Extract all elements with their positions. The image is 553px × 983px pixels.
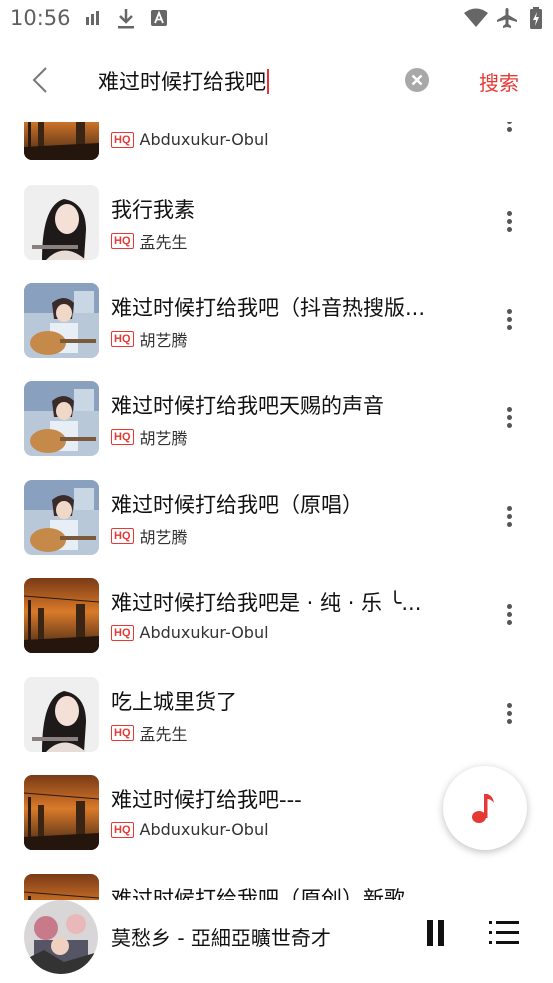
hq-badge: HQ bbox=[111, 331, 134, 347]
hq-badge: HQ bbox=[111, 233, 134, 249]
music-note-icon bbox=[472, 794, 494, 823]
more-options-icon[interactable] bbox=[498, 122, 520, 137]
song-row[interactable]: HQ Abduxukur-Obul bbox=[0, 122, 553, 183]
song-meta: HQ 孟先生 bbox=[111, 721, 188, 745]
hq-badge: HQ bbox=[111, 725, 134, 741]
more-options-icon[interactable] bbox=[498, 604, 520, 630]
more-options-icon[interactable] bbox=[498, 309, 520, 335]
search-button[interactable]: 搜索 bbox=[479, 67, 519, 96]
album-cover-image bbox=[24, 874, 99, 900]
hq-badge: HQ bbox=[111, 131, 134, 148]
playlist-icon[interactable] bbox=[489, 920, 519, 946]
wifi-icon bbox=[464, 8, 488, 27]
status-time: 10:56 bbox=[10, 6, 71, 30]
album-cover-image bbox=[24, 775, 99, 850]
album-cover-image bbox=[24, 283, 99, 358]
back-arrow-icon[interactable] bbox=[26, 64, 54, 96]
now-playing-title: 莫愁乡 - 亞細亞曠世奇才 bbox=[111, 926, 331, 950]
status-bar: 10:56 bbox=[0, 0, 553, 38]
artist-name: 胡艺腾 bbox=[139, 429, 188, 448]
song-meta: HQ Abduxukur-Obul bbox=[111, 622, 269, 646]
song-title: 难过时候打给我吧（原创）新歌 bbox=[111, 887, 405, 900]
album-cover-image bbox=[24, 185, 99, 260]
song-row[interactable]: 吃上城里货了 HQ 孟先生 bbox=[0, 677, 553, 775]
song-meta: HQ 胡艺腾 bbox=[111, 425, 188, 449]
song-row[interactable]: 难过时候打给我吧是 · 纯 · 乐 ╰... HQ Abduxukur-Obul bbox=[0, 578, 553, 676]
clear-search-icon[interactable] bbox=[405, 68, 429, 92]
download-icon bbox=[118, 9, 134, 29]
song-meta: HQ 胡艺腾 bbox=[111, 327, 188, 351]
album-cover-image bbox=[24, 578, 99, 653]
song-title: 我行我素 bbox=[111, 198, 195, 222]
pause-icon[interactable] bbox=[424, 920, 448, 946]
song-row[interactable]: 难过时候打给我吧（原创）新歌 bbox=[0, 874, 553, 900]
album-cover-image bbox=[24, 381, 99, 456]
song-meta: HQ 孟先生 bbox=[111, 229, 188, 253]
hq-badge: HQ bbox=[111, 429, 134, 445]
music-note-fab[interactable] bbox=[443, 766, 527, 850]
artist-name: 孟先生 bbox=[139, 725, 188, 744]
song-row[interactable]: 我行我素 HQ 孟先生 bbox=[0, 185, 553, 283]
song-meta: HQ Abduxukur-Obul bbox=[111, 129, 269, 153]
hq-badge: HQ bbox=[111, 821, 134, 838]
more-options-icon[interactable] bbox=[498, 506, 520, 532]
song-row[interactable]: 难过时候打给我吧（抖音热搜版... HQ 胡艺腾 bbox=[0, 283, 553, 381]
song-title: 难过时候打给我吧--- bbox=[111, 788, 302, 812]
artist-name: 孟先生 bbox=[139, 233, 188, 252]
search-header: 难过时候打给我吧 搜索 bbox=[0, 38, 553, 122]
airplane-mode-icon bbox=[497, 8, 517, 28]
more-options-icon[interactable] bbox=[498, 407, 520, 433]
artist-name: Abduxukur-Obul bbox=[139, 820, 269, 839]
more-options-icon[interactable] bbox=[498, 703, 520, 729]
search-query-text: 难过时候打给我吧 bbox=[98, 70, 266, 94]
song-title: 难过时候打给我吧是 · 纯 · 乐 ╰... bbox=[111, 591, 422, 615]
hq-badge: HQ bbox=[111, 528, 134, 544]
album-cover-image bbox=[24, 122, 99, 160]
artist-name: 胡艺腾 bbox=[139, 331, 188, 350]
artist-name: Abduxukur-Obul bbox=[139, 130, 269, 149]
battery-icon bbox=[530, 7, 542, 29]
song-title: 难过时候打给我吧天赐的声音 bbox=[111, 394, 384, 418]
song-meta: HQ 胡艺腾 bbox=[111, 524, 188, 548]
more-options-icon[interactable] bbox=[498, 211, 520, 237]
song-title: 难过时候打给我吧（抖音热搜版... bbox=[111, 296, 426, 320]
signal-bars-icon bbox=[86, 11, 99, 25]
artist-name: 胡艺腾 bbox=[139, 528, 188, 547]
album-cover-image bbox=[24, 677, 99, 752]
song-title: 吃上城里货了 bbox=[111, 690, 237, 714]
text-cursor bbox=[267, 69, 269, 94]
album-cover-image bbox=[24, 480, 99, 555]
artist-name: Abduxukur-Obul bbox=[139, 623, 269, 642]
song-title: 难过时候打给我吧（原唱） bbox=[111, 493, 363, 517]
hq-badge: HQ bbox=[111, 624, 134, 641]
song-meta: HQ Abduxukur-Obul bbox=[111, 819, 269, 843]
song-row[interactable]: 难过时候打给我吧（原唱） HQ 胡艺腾 bbox=[0, 480, 553, 578]
mini-player[interactable]: 莫愁乡 - 亞細亞曠世奇才 bbox=[0, 900, 553, 983]
now-playing-cover bbox=[24, 900, 98, 974]
font-a-icon bbox=[151, 10, 167, 26]
search-input[interactable]: 难过时候打给我吧 bbox=[98, 66, 269, 96]
song-row[interactable]: 难过时候打给我吧天赐的声音 HQ 胡艺腾 bbox=[0, 381, 553, 479]
